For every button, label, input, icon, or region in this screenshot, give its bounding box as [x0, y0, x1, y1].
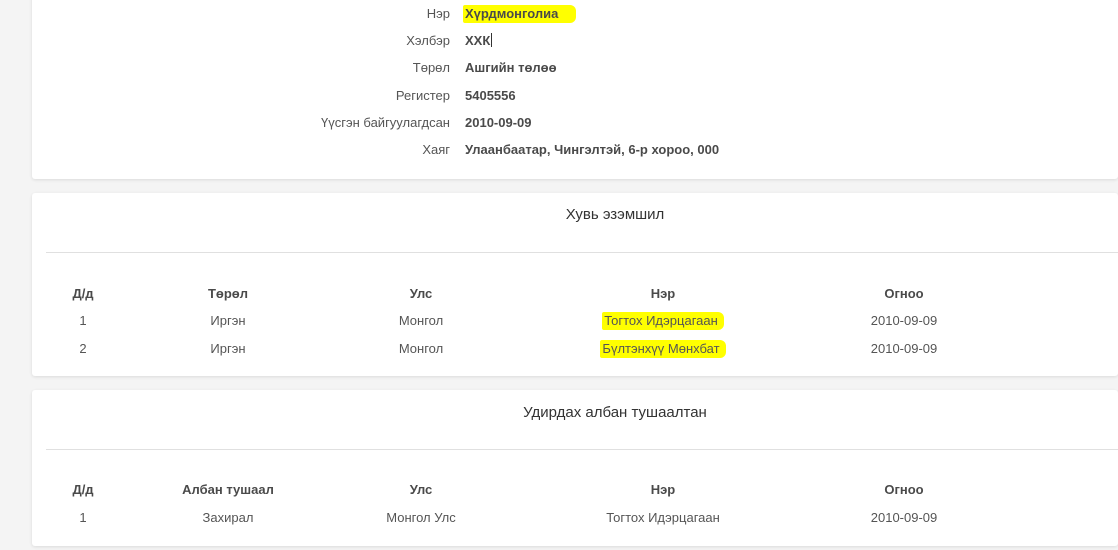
- officers-card: Удирдах албан тушаалтан Д/д Албан тушаал…: [32, 390, 1118, 546]
- column-header: Нэр: [650, 286, 676, 301]
- table-cell: Иргэн: [210, 313, 246, 328]
- column-header: Төрөл: [207, 286, 249, 301]
- table-cell: Монгол: [398, 313, 444, 328]
- table-cell: 2010-09-09: [870, 341, 938, 356]
- table-cell: Монгол Улс: [386, 510, 456, 525]
- column-header: Огноо: [884, 286, 924, 301]
- info-row-address: Хаяг Улаанбаатар, Чингэлтэй, 6-р хороо, …: [32, 140, 1118, 160]
- table-cell: Монгол: [398, 341, 444, 356]
- table-cell: Захирал: [202, 510, 254, 525]
- info-label: Регистер: [395, 88, 450, 103]
- info-value: 2010-09-09: [465, 115, 532, 130]
- owner-name-highlighted: Бүлтэнхүү Мөнхбат: [600, 340, 726, 358]
- info-label: Нэр: [426, 6, 450, 21]
- divider: [46, 252, 1118, 253]
- info-value: Ашгийн төлөө: [465, 60, 557, 75]
- table-cell: Тогтох Идэрцагаан: [606, 510, 720, 525]
- info-row-name: Нэр Хүрдмонголиа: [32, 4, 1118, 24]
- info-value: Хүрдмонголиа: [463, 4, 577, 24]
- ownership-title: Хувь эзэмшил: [565, 206, 665, 223]
- column-header: Нэр: [650, 482, 676, 497]
- table-cell: Бүлтэнхүү Мөнхбат: [553, 340, 773, 358]
- table-cell: Тогтох Идэрцагаан: [553, 312, 773, 330]
- info-label: Хаяг: [422, 142, 450, 157]
- info-value: ХХК: [465, 31, 493, 51]
- info-value: Улаанбаатар, Чингэлтэй, 6-р хороо, 000: [465, 142, 720, 157]
- company-form-value: ХХК: [465, 33, 491, 48]
- table-cell: 2010-09-09: [870, 510, 938, 525]
- info-row-form: Хэлбэр ХХК: [32, 31, 1118, 51]
- info-value: 5405556: [465, 88, 516, 103]
- officers-title: Удирдах албан тушаалтан: [523, 404, 707, 421]
- column-header: Огноо: [884, 482, 924, 497]
- info-label: Үүсгэн байгуулагдсан: [321, 115, 450, 130]
- column-header: Улс: [409, 286, 433, 301]
- info-row-founded: Үүсгэн байгуулагдсан 2010-09-09: [32, 113, 1118, 133]
- company-info-card: Нэр Хүрдмонголиа Хэлбэр ХХК Төрөл Ашгийн…: [32, 0, 1118, 179]
- column-header: Албан тушаал: [182, 482, 274, 497]
- info-row-register: Регистер 5405556: [32, 86, 1118, 106]
- ownership-card: Хувь эзэмшил Д/д Төрөл Улс Нэр Огноо 1 И…: [32, 193, 1118, 376]
- table-cell: 2010-09-09: [870, 313, 938, 328]
- text-cursor: [491, 33, 493, 47]
- company-name-value: Хүрдмонголиа: [463, 5, 577, 23]
- info-row-type: Төрөл Ашгийн төлөө: [32, 58, 1118, 78]
- column-header: Улс: [409, 482, 433, 497]
- owner-name-highlighted: Тогтох Идэрцагаан: [602, 312, 724, 330]
- table-cell: Иргэн: [210, 341, 246, 356]
- info-label: Хэлбэр: [406, 33, 450, 48]
- divider: [46, 449, 1118, 450]
- info-label: Төрөл: [412, 60, 450, 75]
